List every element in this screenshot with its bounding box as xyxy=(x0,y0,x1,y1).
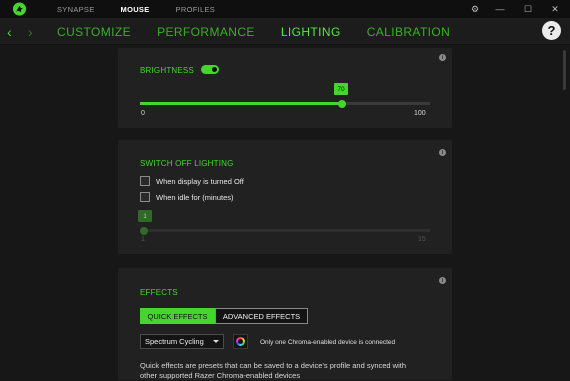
brightness-slider[interactable]: 70 xyxy=(140,83,430,108)
effects-mode-toggle: QUICK EFFECTS ADVANCED EFFECTS xyxy=(140,308,308,324)
scrollbar[interactable] xyxy=(563,50,566,90)
chroma-icon xyxy=(236,337,245,346)
display-off-option[interactable]: When display is turned Off xyxy=(140,176,244,186)
brightness-card: i BRIGHTNESS 70 0 100 xyxy=(118,48,452,128)
chroma-connect-button[interactable] xyxy=(233,334,248,349)
quick-effects-button[interactable]: QUICK EFFECTS xyxy=(140,308,215,324)
display-off-label: When display is turned Off xyxy=(156,176,244,186)
switch-off-lighting-card: i SWITCH OFF LIGHTING When display is tu… xyxy=(118,140,452,254)
tab-synapse[interactable]: SYNAPSE xyxy=(57,5,95,14)
help-icon[interactable]: ? xyxy=(542,21,561,40)
brightness-title: BRIGHTNESS xyxy=(140,66,195,75)
close-icon[interactable]: ✕ xyxy=(548,0,562,18)
chevron-down-icon xyxy=(213,340,219,343)
razer-logo-icon xyxy=(12,2,27,16)
forward-arrow-icon[interactable]: › xyxy=(28,24,33,40)
maximize-icon[interactable]: ☐ xyxy=(521,0,535,18)
display-off-checkbox[interactable] xyxy=(140,176,150,186)
effects-description: Quick effects are presets that can be sa… xyxy=(140,361,407,380)
device-note: Only one Chroma-enabled device is connec… xyxy=(260,339,396,346)
tab-customize[interactable]: CUSTOMIZE xyxy=(57,25,131,39)
effects-card: i EFFECTS QUICK EFFECTS ADVANCED EFFECTS… xyxy=(118,268,452,380)
effects-title: EFFECTS xyxy=(140,288,178,297)
brightness-value: 70 xyxy=(334,83,348,95)
switch-off-title: SWITCH OFF LIGHTING xyxy=(140,159,234,168)
idle-checkbox[interactable] xyxy=(140,192,150,202)
idle-slider-thumb[interactable] xyxy=(140,226,148,235)
brightness-slider-thumb[interactable] xyxy=(338,99,346,108)
minimize-icon[interactable]: — xyxy=(493,0,507,18)
idle-max: 15 xyxy=(418,236,426,243)
back-arrow-icon[interactable]: ‹ xyxy=(7,24,12,40)
idle-label: When idle for (minutes) xyxy=(156,192,234,202)
settings-icon[interactable]: ⚙ xyxy=(468,0,482,18)
idle-min: 1 xyxy=(141,236,145,243)
brightness-toggle[interactable] xyxy=(201,65,219,74)
brightness-max: 100 xyxy=(414,110,426,117)
brightness-slider-fill xyxy=(140,102,342,105)
tab-lighting[interactable]: LIGHTING xyxy=(281,25,341,39)
sub-navigation: ‹ › CUSTOMIZE PERFORMANCE LIGHTING CALIB… xyxy=(0,18,570,45)
tab-mouse[interactable]: MOUSE xyxy=(121,5,150,14)
sub-tabs: CUSTOMIZE PERFORMANCE LIGHTING CALIBRATI… xyxy=(57,18,476,45)
effect-dropdown[interactable]: Spectrum Cycling xyxy=(140,334,224,349)
toggle-knob xyxy=(211,66,218,73)
info-icon[interactable]: i xyxy=(439,277,446,284)
title-bar: SYNAPSE MOUSE PROFILES ⚙ — ☐ ✕ xyxy=(0,0,570,18)
advanced-effects-button[interactable]: ADVANCED EFFECTS xyxy=(215,308,308,324)
idle-option[interactable]: When idle for (minutes) xyxy=(140,192,234,202)
idle-slider[interactable]: 1 xyxy=(138,210,430,235)
info-icon[interactable]: i xyxy=(439,54,446,61)
idle-value: 1 xyxy=(138,210,152,222)
brightness-min: 0 xyxy=(141,110,145,117)
info-icon[interactable]: i xyxy=(439,149,446,156)
top-tabs: SYNAPSE MOUSE PROFILES xyxy=(57,0,241,18)
effect-dropdown-value: Spectrum Cycling xyxy=(145,337,204,346)
tab-performance[interactable]: PERFORMANCE xyxy=(157,25,255,39)
tab-calibration[interactable]: CALIBRATION xyxy=(367,25,451,39)
tab-profiles[interactable]: PROFILES xyxy=(176,5,216,14)
